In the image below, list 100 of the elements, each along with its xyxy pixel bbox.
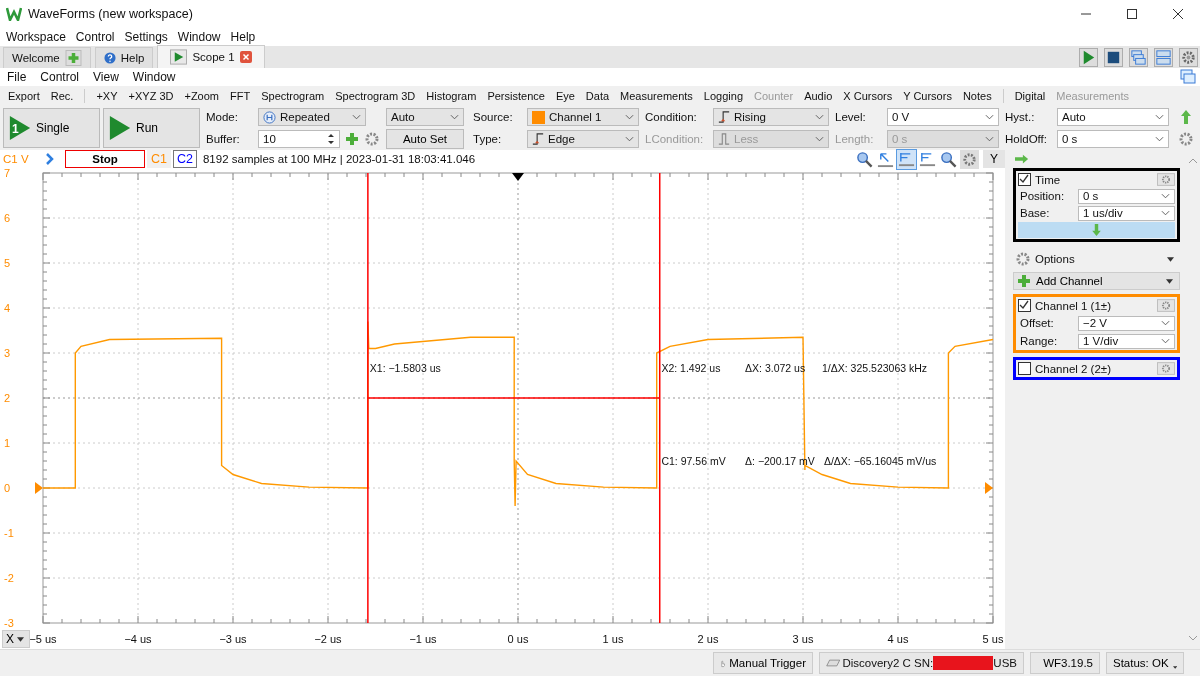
tab[interactable]: Welcome — [3, 47, 91, 68]
stop-button[interactable]: Stop — [65, 150, 145, 168]
settings-icon[interactable] — [960, 149, 979, 169]
tab[interactable]: Scope 1 — [157, 45, 265, 68]
checkbox[interactable] — [1018, 173, 1031, 186]
repeat-icon — [263, 110, 276, 124]
settings-icon[interactable] — [364, 131, 380, 147]
field-label: Length: — [835, 133, 875, 145]
redaction-bar — [933, 656, 994, 670]
status-button[interactable]: Status: OK — [1106, 652, 1184, 674]
menu-item[interactable]: Help — [230, 30, 256, 44]
toolbar-button[interactable]: Digital — [1014, 90, 1046, 102]
zoom-in-icon[interactable] — [855, 149, 874, 169]
manual-trigger-button[interactable]: Manual Trigger — [713, 652, 813, 674]
add-channel-button[interactable]: Add Channel — [1013, 272, 1181, 290]
value-field[interactable]: Auto — [1057, 108, 1169, 126]
x-axis-button[interactable]: X — [2, 630, 30, 648]
add-icon[interactable] — [344, 131, 360, 147]
toolbar-button[interactable]: Spectrogram 3D — [335, 90, 416, 102]
settings-icon[interactable] — [1157, 299, 1176, 312]
buffer-spinbox[interactable]: 10 — [258, 130, 340, 148]
settings-icon[interactable] — [1157, 362, 1176, 375]
toolbar-button[interactable]: +Zoom — [184, 90, 219, 102]
menu-item[interactable]: File — [7, 70, 27, 84]
toolbar-button[interactable]: Export — [8, 90, 40, 102]
auto-dropdown[interactable]: Auto — [386, 108, 464, 126]
chevron-icon — [1161, 193, 1171, 199]
windows-icon[interactable] — [1129, 47, 1148, 67]
maximize-icon[interactable] — [1126, 8, 1138, 20]
checkbox[interactable] — [1018, 362, 1031, 375]
menu-item[interactable]: Window — [177, 30, 221, 44]
trigger-level-marker[interactable] — [985, 482, 993, 494]
channel-button[interactable]: C2 — [173, 150, 197, 168]
arrow-right-icon[interactable] — [1015, 154, 1029, 164]
tick-label: −4 us — [124, 633, 152, 645]
cursor-line[interactable] — [659, 172, 661, 624]
value-field[interactable]: 0 s — [1078, 188, 1176, 204]
chevron-icon — [352, 114, 361, 120]
trigger-marker[interactable] — [512, 173, 524, 181]
chevron-icon — [815, 136, 824, 142]
toolbar-button[interactable]: Y Cursors — [903, 90, 952, 102]
value-field[interactable]: 0 s — [1057, 130, 1169, 148]
run-icon[interactable] — [1079, 47, 1098, 67]
device-indicator[interactable]: Discovery2 C SN: USB — [819, 652, 1024, 674]
zoom-out-icon[interactable] — [939, 149, 958, 169]
chevron-icon — [815, 114, 824, 120]
split-icon[interactable] — [1154, 47, 1173, 67]
trigger-dropdown[interactable]: Channel 1 — [527, 108, 639, 126]
cursor-bar-icon[interactable] — [897, 149, 916, 169]
value-field[interactable]: 1 V/div — [1078, 333, 1176, 349]
cursor-readout: X1: −1.5803 us — [369, 361, 441, 374]
auto-set-button[interactable]: Auto Set — [386, 129, 464, 149]
toolbar-button[interactable]: +XYZ 3D — [128, 90, 174, 102]
settings-icon — [1015, 251, 1031, 267]
toolbar-button[interactable]: X Cursors — [843, 90, 893, 102]
y-axis-button[interactable]: Y — [983, 150, 1005, 168]
checkbox[interactable] — [1018, 299, 1031, 312]
options-row[interactable]: Options — [1013, 250, 1181, 268]
scroll-down-icon — [1188, 635, 1199, 641]
value-field[interactable]: 0 V — [887, 108, 999, 126]
chevron-icon[interactable] — [45, 153, 55, 165]
toolbar-button[interactable]: Histogram — [426, 90, 477, 102]
menu-item[interactable]: Workspace — [6, 30, 66, 44]
toolbar-button[interactable]: +XY — [96, 90, 118, 102]
menu-item[interactable]: Window — [132, 70, 176, 84]
toolbar-button[interactable]: Rec. — [50, 90, 74, 102]
plus-icon — [64, 50, 82, 66]
trigger-dropdown[interactable]: Rising — [713, 108, 829, 126]
arrow-up-icon[interactable] — [1178, 109, 1194, 125]
caret-icon — [1166, 278, 1174, 284]
window-icon[interactable] — [1180, 69, 1196, 85]
logo-icon — [6, 7, 22, 21]
value-field[interactable]: −2 V — [1078, 315, 1176, 331]
version-button[interactable]: WF3.19.5 — [1030, 652, 1100, 674]
toolbar-button[interactable]: Notes — [962, 90, 992, 102]
tab[interactable]: Help — [94, 47, 154, 68]
menu-item[interactable]: Control — [75, 30, 115, 44]
mode-dropdown[interactable]: Repeated — [258, 108, 366, 126]
menu-item[interactable]: Settings — [124, 30, 168, 44]
toolbar-button[interactable]: Persistence — [487, 90, 545, 102]
menu-item[interactable]: View — [93, 70, 119, 84]
spin-icon — [327, 132, 335, 146]
toolbar-button[interactable]: Audio — [804, 90, 833, 102]
menu-item[interactable]: Control — [40, 70, 80, 84]
toolbar-button[interactable]: Eye — [555, 90, 575, 102]
settings-icon[interactable] — [1179, 47, 1198, 67]
toolbar-button[interactable]: Logging — [703, 90, 743, 102]
single-button[interactable]: 1 Single — [3, 108, 100, 148]
settings-icon[interactable] — [1178, 131, 1194, 147]
settings-icon[interactable] — [1157, 173, 1176, 186]
trigger-dropdown[interactable]: Edge — [527, 130, 639, 148]
value-field[interactable]: 1 us/div — [1078, 205, 1176, 221]
toolbar-button[interactable]: Measurements — [620, 90, 693, 102]
stop-icon[interactable] — [1104, 47, 1123, 67]
tick-label: 1 — [4, 437, 11, 449]
toolbar-button[interactable]: Spectrogram — [261, 90, 325, 102]
run-button[interactable]: Run — [103, 108, 200, 148]
toolbar-button[interactable]: FFT — [230, 90, 251, 102]
toolbar-button[interactable]: Data — [585, 90, 610, 102]
close-icon[interactable] — [1172, 8, 1184, 20]
